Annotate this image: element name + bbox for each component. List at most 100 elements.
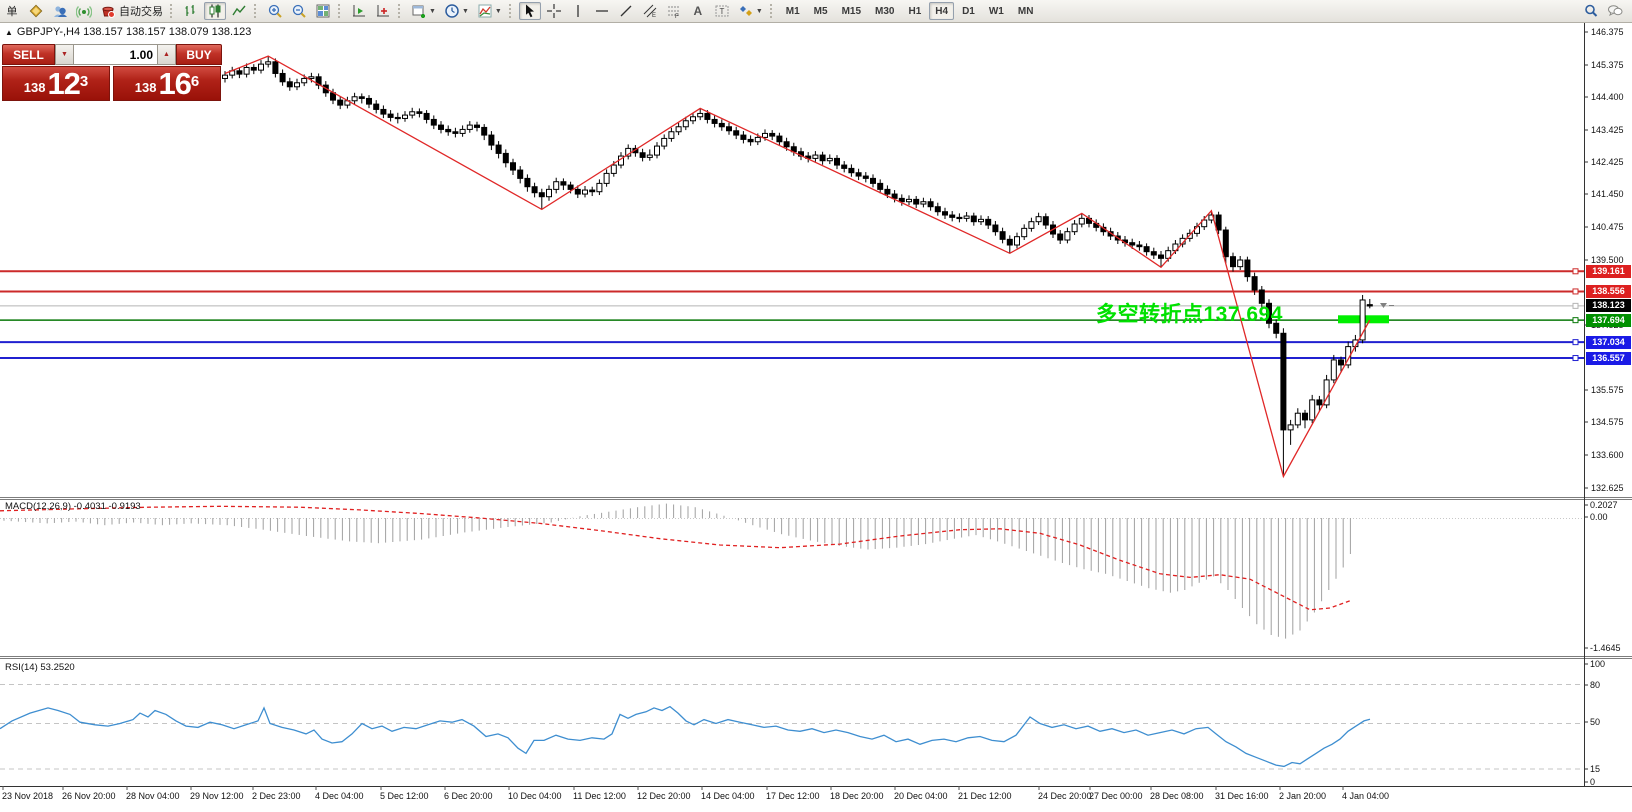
candle-body bbox=[574, 188, 581, 195]
timeframe-button-d1[interactable]: D1 bbox=[956, 2, 981, 20]
vertical-line-tool-button[interactable] bbox=[567, 2, 589, 20]
timeframe-button-mn[interactable]: MN bbox=[1012, 2, 1040, 20]
search-icon[interactable] bbox=[1580, 2, 1602, 20]
candle-body bbox=[272, 61, 279, 74]
candle-body bbox=[589, 189, 596, 193]
timeframe-button-m15[interactable]: M15 bbox=[836, 2, 867, 20]
chart-canvas[interactable] bbox=[0, 0, 1632, 812]
chart-title: ▲ GBPJPY-,H4 138.157 138.157 138.079 138.… bbox=[5, 26, 251, 38]
one-click-trading-panel: SELL ▼ ▲ BUY 138 12 3 138 16 6 bbox=[2, 44, 222, 101]
sell-button[interactable]: SELL bbox=[2, 44, 55, 65]
candle-body bbox=[682, 120, 689, 128]
candle-body bbox=[596, 182, 603, 193]
crosshair-tool-button[interactable] bbox=[543, 2, 565, 20]
equidistant-channel-tool-button[interactable]: E bbox=[639, 2, 661, 20]
candle-body bbox=[711, 118, 718, 124]
candle-body bbox=[942, 211, 948, 216]
candle-body bbox=[474, 124, 480, 128]
zoom-in-button[interactable] bbox=[264, 2, 286, 20]
candle-body bbox=[654, 145, 660, 156]
buy-button[interactable]: BUY bbox=[176, 44, 222, 65]
signals-icon[interactable] bbox=[73, 2, 95, 20]
chevron-down-icon[interactable]: ▼ bbox=[495, 8, 502, 15]
bar-chart-type-button[interactable] bbox=[180, 2, 202, 20]
chat-icon[interactable] bbox=[1604, 2, 1626, 20]
candle-body bbox=[1042, 216, 1049, 226]
candle-body bbox=[1129, 242, 1136, 246]
chevron-down-icon[interactable]: ▼ bbox=[429, 8, 436, 15]
candle-body bbox=[726, 126, 732, 132]
candle-body bbox=[1330, 359, 1337, 381]
candle-body bbox=[848, 167, 855, 174]
candle-body bbox=[236, 70, 243, 75]
line-chart-type-button[interactable] bbox=[228, 2, 250, 20]
community-icon[interactable] bbox=[49, 2, 71, 20]
candle-body bbox=[452, 131, 459, 134]
volume-input[interactable] bbox=[74, 44, 157, 65]
candle-body bbox=[1280, 332, 1287, 431]
timeframe-button-m1[interactable]: M1 bbox=[780, 2, 806, 20]
trendline-tool-button[interactable] bbox=[615, 2, 637, 20]
candle-body bbox=[1309, 399, 1316, 421]
candle-body bbox=[409, 111, 416, 116]
candle-body bbox=[258, 63, 264, 71]
sell-price-display[interactable]: 138 12 3 bbox=[2, 66, 110, 101]
timeframe-button-h4[interactable]: H4 bbox=[929, 2, 955, 20]
candle-body bbox=[1071, 223, 1078, 233]
level-price-badge: 137.694 bbox=[1586, 313, 1631, 327]
chevron-down-icon[interactable]: ▼ bbox=[462, 8, 469, 15]
candle-body bbox=[769, 132, 776, 137]
candle-body bbox=[243, 66, 250, 75]
candle-body bbox=[603, 172, 610, 184]
timeframe-button-w1[interactable]: W1 bbox=[983, 2, 1010, 20]
candlestick-chart-type-button[interactable] bbox=[204, 2, 226, 20]
new-order-button[interactable]: 单 bbox=[1, 2, 23, 20]
chevron-down-icon[interactable]: ▼ bbox=[756, 8, 763, 15]
text-label-tool-button[interactable]: T bbox=[711, 2, 733, 20]
chart-shift-button[interactable] bbox=[372, 2, 394, 20]
collapse-panel-arrow[interactable]: ▲ bbox=[5, 28, 13, 37]
candle-body bbox=[718, 122, 725, 128]
chart-forward-button[interactable] bbox=[348, 2, 370, 20]
candle-body bbox=[819, 154, 826, 162]
chart-window: ▲ GBPJPY-,H4 138.157 138.157 138.079 138.… bbox=[0, 0, 1632, 812]
candle-body bbox=[1316, 399, 1323, 406]
periods-clock-button[interactable]: ▼ bbox=[441, 2, 472, 20]
candle-body bbox=[783, 141, 790, 148]
timeframe-button-m30[interactable]: M30 bbox=[869, 2, 900, 20]
timeframe-button-h1[interactable]: H1 bbox=[902, 2, 927, 20]
volume-increase-button[interactable]: ▲ bbox=[157, 44, 176, 65]
candle-body bbox=[337, 99, 344, 106]
candle-body bbox=[1006, 238, 1013, 246]
candle-body bbox=[430, 118, 437, 126]
candle-body bbox=[502, 152, 509, 164]
zoom-out-button[interactable] bbox=[288, 2, 310, 20]
sell-price-pips: 12 bbox=[47, 66, 80, 101]
text-tool-button[interactable]: A bbox=[687, 2, 709, 20]
indicators-button[interactable]: ▼ bbox=[474, 2, 505, 20]
candle-body bbox=[740, 134, 747, 140]
candle-body bbox=[1251, 276, 1258, 291]
toolbar-grip bbox=[769, 4, 776, 18]
new-chart-button[interactable]: ▼ bbox=[408, 2, 439, 20]
current-price-badge: 138.123 bbox=[1586, 299, 1631, 313]
arrows-shapes-button[interactable]: ▼ bbox=[735, 2, 766, 20]
pivot-point-annotation: 多空转折点137.694 bbox=[1096, 303, 1283, 326]
zigzag-line bbox=[224, 55, 1371, 479]
autotrading-button[interactable]: 自动交易 bbox=[97, 2, 166, 20]
fibonacci-tool-button[interactable]: F bbox=[663, 2, 685, 20]
cursor-tool-button[interactable] bbox=[518, 2, 541, 20]
candle-body bbox=[754, 136, 761, 143]
candle-body bbox=[898, 197, 905, 203]
timeframe-button-m5[interactable]: M5 bbox=[808, 2, 834, 20]
candle-body bbox=[1064, 231, 1071, 241]
autotrading-label: 自动交易 bbox=[119, 6, 163, 18]
tile-windows-button[interactable] bbox=[312, 2, 334, 20]
candle-body bbox=[517, 169, 524, 179]
buy-price-bigfigure: 138 bbox=[134, 80, 157, 95]
history-gold-icon[interactable] bbox=[25, 2, 47, 20]
horizontal-line-tool-button[interactable] bbox=[591, 2, 613, 20]
candle-body bbox=[445, 128, 452, 133]
volume-decrease-button[interactable]: ▼ bbox=[55, 44, 74, 65]
buy-price-display[interactable]: 138 16 6 bbox=[113, 66, 221, 101]
